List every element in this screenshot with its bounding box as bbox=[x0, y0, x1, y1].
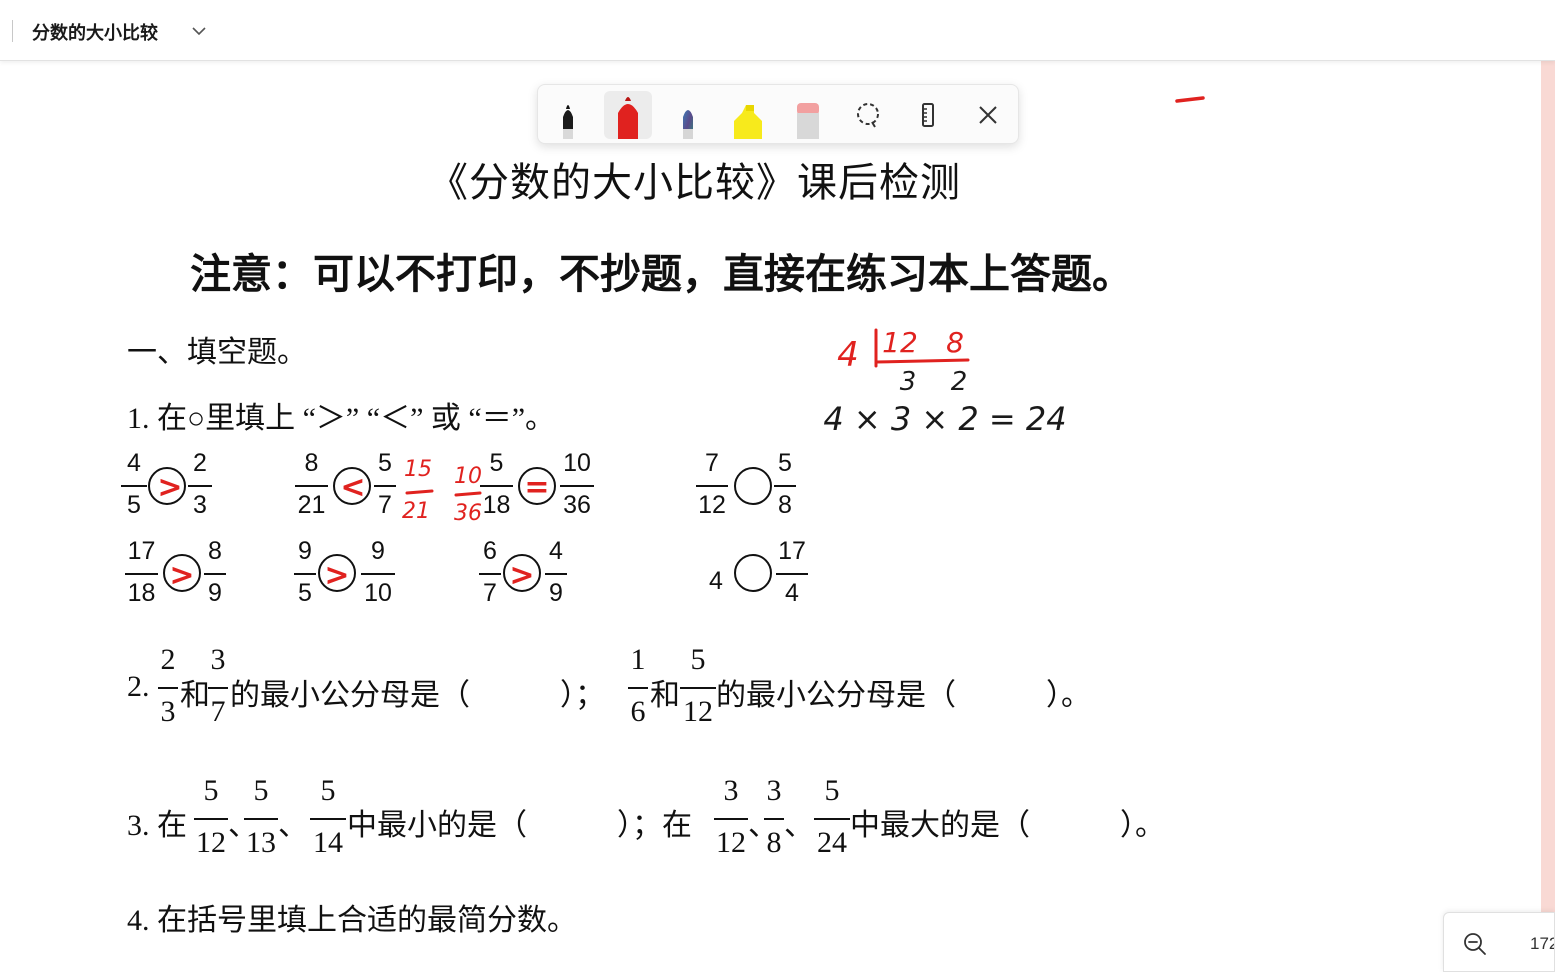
question-4: 4. 在括号里填上合适的最简分数。 bbox=[127, 904, 577, 937]
fraction: 7 12 bbox=[696, 450, 728, 520]
handwritten-quotient: 2 bbox=[951, 367, 968, 397]
pen-toolbar bbox=[537, 84, 1019, 144]
question-2-prefix: 2. bbox=[127, 670, 150, 703]
zoom-control: 172% bbox=[1443, 912, 1555, 972]
handwritten-dividend: 8 bbox=[946, 326, 964, 359]
galaxy-pen-icon[interactable] bbox=[664, 91, 712, 139]
handwritten-numerator: 15 bbox=[404, 457, 432, 482]
fraction: 8 21 bbox=[295, 450, 328, 520]
handwritten-denominator: 36 bbox=[454, 501, 482, 526]
title-bar: 分数的大小比较 bbox=[0, 0, 1555, 61]
separator: 、 bbox=[784, 809, 814, 842]
question-2-part2: 的最小公分母是（ ）。 bbox=[716, 679, 1091, 712]
highlighter-icon[interactable] bbox=[724, 91, 772, 139]
handwritten-numerator: 10 bbox=[454, 464, 482, 489]
fraction: 5 18 bbox=[480, 450, 513, 520]
handwritten-equation: 4 × 3 × 2 = 24 bbox=[823, 400, 1066, 438]
section-heading: 一、填空题。 bbox=[127, 336, 307, 369]
title-divider bbox=[12, 20, 13, 42]
compare-circle[interactable] bbox=[318, 554, 356, 592]
compare-circle[interactable] bbox=[734, 467, 772, 505]
text-and: 和 bbox=[180, 679, 210, 712]
fraction: 9 10 bbox=[361, 538, 395, 608]
black-pen-icon[interactable] bbox=[544, 91, 592, 139]
chevron-down-icon[interactable] bbox=[190, 22, 208, 40]
lasso-select-icon[interactable] bbox=[844, 91, 892, 139]
fraction: 17 4 bbox=[776, 538, 808, 608]
question-1: 1. 在○里填上 “＞” “＜” 或 “＝”。 bbox=[127, 402, 556, 435]
eraser-icon[interactable] bbox=[784, 91, 832, 139]
zoom-out-icon[interactable] bbox=[1460, 929, 1490, 959]
question-3-prefix: 3. 在 bbox=[127, 809, 187, 842]
fraction: 45 bbox=[121, 450, 147, 520]
zoom-level[interactable]: 172% bbox=[1530, 934, 1554, 954]
separator: 、 bbox=[278, 809, 308, 842]
fraction: 95 bbox=[294, 538, 316, 608]
compare-circle[interactable] bbox=[503, 554, 541, 592]
compare-circle[interactable] bbox=[163, 554, 201, 592]
compare-circle[interactable] bbox=[148, 467, 186, 505]
fraction: 57 bbox=[374, 450, 396, 520]
compare-circle[interactable] bbox=[333, 467, 371, 505]
ruler-icon[interactable] bbox=[904, 91, 952, 139]
fraction: 23 bbox=[188, 450, 212, 520]
document-title[interactable]: 分数的大小比较 bbox=[32, 19, 158, 45]
fraction: 67 bbox=[479, 538, 501, 608]
question-3-part2: 中最大的是（ ）。 bbox=[850, 809, 1165, 842]
notice-text: 注意：可以不打印，不抄题，直接在练习本上答题。 bbox=[190, 250, 1133, 298]
handwritten-divisor: 4 bbox=[837, 335, 859, 375]
compare-circle[interactable] bbox=[734, 554, 772, 592]
red-pen-icon[interactable] bbox=[604, 91, 652, 139]
handwritten-quotient: 3 bbox=[900, 367, 917, 397]
fraction: 49 bbox=[545, 538, 567, 608]
fraction: 58 bbox=[774, 450, 796, 520]
close-icon[interactable] bbox=[964, 91, 1012, 139]
compare-circle[interactable] bbox=[518, 467, 556, 505]
text-and: 和 bbox=[650, 679, 680, 712]
question-3-part1: 中最小的是（ ）；在 bbox=[347, 809, 692, 842]
whole-number: 4 bbox=[709, 567, 723, 595]
fraction: 17 18 bbox=[125, 538, 158, 608]
fraction: 10 36 bbox=[560, 450, 594, 520]
question-2-part1: 的最小公分母是（ ）； bbox=[230, 679, 605, 712]
handwritten-denominator: 21 bbox=[402, 499, 430, 524]
handwritten-dividend: 12 bbox=[882, 326, 918, 359]
document-heading: 《分数的大小比较》课后检测 bbox=[428, 160, 961, 205]
fraction: 89 bbox=[204, 538, 226, 608]
